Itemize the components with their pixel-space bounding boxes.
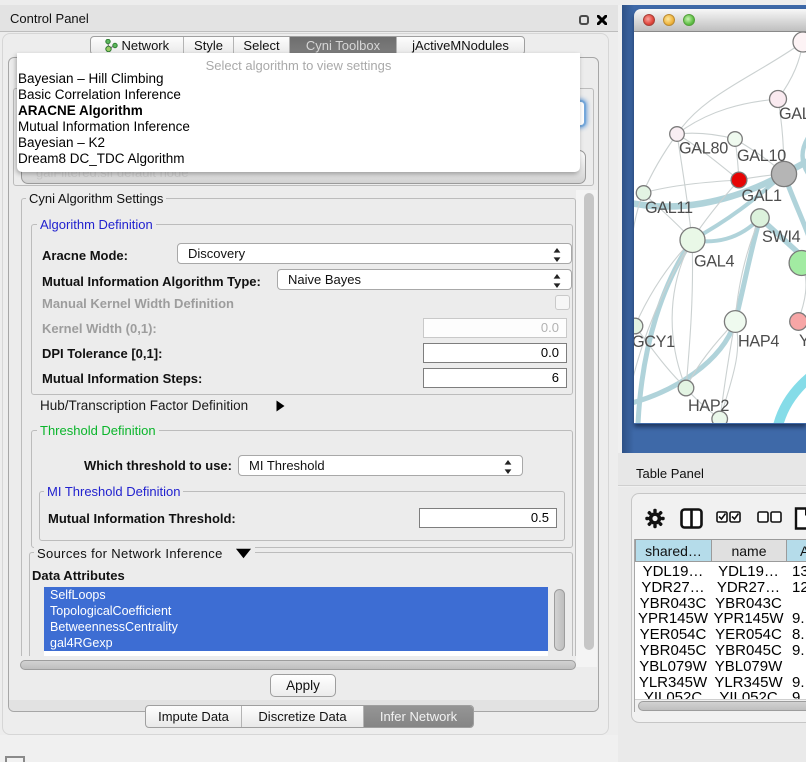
svg-text:YJ: YJ xyxy=(799,332,806,350)
svg-text:GCY1: GCY1 xyxy=(634,333,675,351)
svg-text:GAL1: GAL1 xyxy=(742,187,782,205)
svg-text:GAL10: GAL10 xyxy=(737,147,786,165)
svg-text:GAL80: GAL80 xyxy=(679,140,728,158)
svg-text:HAP2: HAP2 xyxy=(688,397,729,415)
svg-text:GAL11: GAL11 xyxy=(645,199,693,217)
svg-text:GAL4: GAL4 xyxy=(694,253,734,271)
svg-text:HAP4: HAP4 xyxy=(738,333,779,351)
svg-text:SWI4: SWI4 xyxy=(762,228,801,246)
svg-text:GAL7: GAL7 xyxy=(779,105,806,123)
